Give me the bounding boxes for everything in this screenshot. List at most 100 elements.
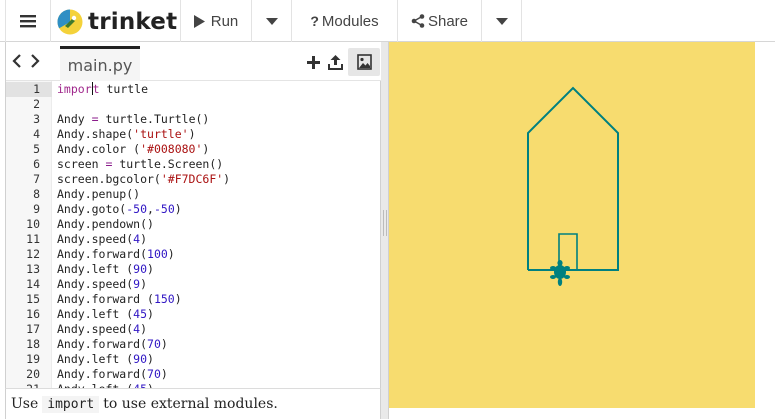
trinket-logo[interactable]: trinket xyxy=(56,8,177,36)
code-line[interactable]: 14 Andy.speed(9) xyxy=(6,277,382,292)
code-token: t xyxy=(92,82,100,96)
run-button[interactable]: Run xyxy=(180,0,252,42)
code-token: turtle xyxy=(99,82,149,96)
line-number: 15 xyxy=(26,292,40,306)
panel-splitter[interactable] xyxy=(381,42,389,419)
code-token: ) xyxy=(174,292,182,306)
code-token: ) xyxy=(160,337,168,351)
code-line[interactable]: 6 screen = turtle.Screen() xyxy=(6,157,382,172)
logo-text: trinket xyxy=(88,9,178,35)
code-token: Andy.left ( xyxy=(57,262,134,276)
code-token: '#F7DC6F' xyxy=(160,172,224,186)
code-token: Andy.goto( xyxy=(57,202,127,216)
code-line[interactable]: 2 xyxy=(6,97,382,112)
line-number: 16 xyxy=(26,307,40,321)
code-line[interactable]: 17 Andy.speed(4) xyxy=(6,322,382,337)
code-line[interactable]: 5 Andy.color ('#008080') xyxy=(6,142,382,157)
hamburger-icon xyxy=(20,15,36,28)
code-line[interactable]: 20 Andy.forward(70) xyxy=(6,367,382,382)
code-text: Andy = turtle.Turtle() xyxy=(57,112,209,127)
code-token: ) xyxy=(174,202,182,216)
code-area[interactable]: 1 import turtle 2 3 Andy = turtle.Turtle() 4 A… xyxy=(6,81,382,388)
run-options-dropdown[interactable] xyxy=(252,0,292,42)
line-number: 5 xyxy=(33,142,40,156)
code-token: 100 xyxy=(147,247,168,261)
share-options-dropdown[interactable] xyxy=(482,0,522,42)
line-number: 11 xyxy=(26,232,40,246)
output-panel xyxy=(389,42,775,419)
run-label: Run xyxy=(210,12,239,30)
code-text: Andy.speed(4) xyxy=(57,232,147,247)
drag-handle-icon[interactable] xyxy=(383,210,387,236)
code-line[interactable]: 8 Andy.penup() xyxy=(6,187,382,202)
code-text: import turtle xyxy=(57,82,148,97)
line-number: 9 xyxy=(33,202,40,216)
question-icon: ? xyxy=(310,13,319,29)
chevron-left-icon[interactable] xyxy=(10,51,24,71)
code-token: ) xyxy=(140,322,148,336)
code-line[interactable]: 15 Andy.forward (150) xyxy=(6,292,382,307)
code-line[interactable]: 12 Andy.forward(100) xyxy=(6,247,382,262)
menu-button[interactable] xyxy=(5,0,51,42)
code-line[interactable]: 9 Andy.goto(-50,-50) xyxy=(6,202,382,217)
code-line[interactable]: 18 Andy.forward(70) xyxy=(6,337,382,352)
code-line[interactable]: 1 import turtle xyxy=(6,82,382,97)
line-number: 20 xyxy=(26,367,40,381)
code-text: Andy.left (45) xyxy=(57,307,154,322)
line-number: 17 xyxy=(26,322,40,336)
code-text: Andy.speed(9) xyxy=(57,277,147,292)
code-token: 90 xyxy=(133,262,148,276)
code-line[interactable]: 10 Andy.pendown() xyxy=(6,217,382,232)
editor-tools xyxy=(302,48,380,76)
trinket-logo-icon xyxy=(57,9,83,35)
line-number: 7 xyxy=(33,172,40,186)
code-token: Andy.speed( xyxy=(57,277,134,291)
code-token: ) xyxy=(140,232,148,246)
code-editor-panel: main.py 1 import turtle 2 3 Andy = turtl… xyxy=(5,42,382,388)
line-number: 14 xyxy=(26,277,40,291)
share-button[interactable]: Share xyxy=(398,0,482,42)
code-token: Andy.forward( xyxy=(57,367,148,381)
code-line[interactable]: 19 Andy.left (90) xyxy=(6,352,382,367)
code-token: Andy.forward( xyxy=(57,337,148,351)
code-token: turtle.Turtle() xyxy=(98,112,210,126)
code-line[interactable]: 7 screen.bgcolor('#F7DC6F') xyxy=(6,172,382,187)
code-token: Andy.color ( xyxy=(57,142,141,156)
code-token: ) xyxy=(223,172,231,186)
code-text: Andy.forward(70) xyxy=(57,337,168,352)
code-line[interactable]: 11 Andy.speed(4) xyxy=(6,232,382,247)
code-line[interactable]: 3 Andy = turtle.Turtle() xyxy=(6,112,382,127)
tab-main-py[interactable]: main.py xyxy=(60,46,140,81)
code-line[interactable]: 4 Andy.shape('turtle') xyxy=(6,127,382,142)
line-number: 13 xyxy=(26,262,40,276)
caret-down-icon xyxy=(265,17,278,25)
code-token: Andy.forward ( xyxy=(57,292,154,306)
upload-button[interactable] xyxy=(324,48,346,76)
image-library-button[interactable] xyxy=(348,48,380,76)
code-text: Andy.forward(100) xyxy=(57,247,175,262)
share-label: Share xyxy=(427,12,469,30)
code-token: Andy.forward( xyxy=(57,247,148,261)
play-icon xyxy=(193,14,205,28)
code-line[interactable]: 13 Andy.left (90) xyxy=(6,262,382,277)
code-token: -50 xyxy=(126,202,148,216)
code-token: turtle.Screen() xyxy=(112,157,224,171)
code-token: Andy xyxy=(57,112,92,126)
code-token: ) xyxy=(167,247,175,261)
chevron-right-icon[interactable] xyxy=(28,51,42,71)
code-token: ) xyxy=(147,307,154,321)
line-number: 4 xyxy=(33,127,40,141)
add-file-button[interactable] xyxy=(302,48,324,76)
code-token: Andy.left ( xyxy=(57,307,134,321)
modules-button[interactable]: ? Modules xyxy=(292,0,398,42)
code-token: '#008080' xyxy=(140,142,203,156)
code-token: Andy.left ( xyxy=(57,352,134,366)
status-text-after: to use external modules. xyxy=(103,396,278,412)
code-token: 'turtle' xyxy=(133,127,189,141)
code-token: 45 xyxy=(133,307,148,321)
code-text: Andy.speed(4) xyxy=(57,322,147,337)
code-token: Andy.speed( xyxy=(57,232,134,246)
code-token: ) xyxy=(160,367,168,381)
code-line[interactable]: 16 Andy.left (45) xyxy=(6,307,382,322)
code-token: ) xyxy=(147,262,154,276)
